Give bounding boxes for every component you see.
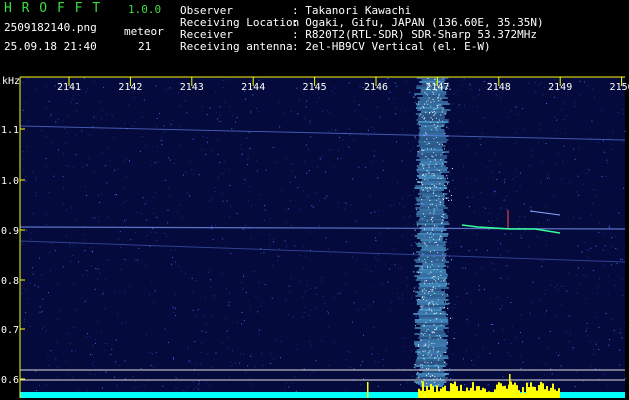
power-peak — [528, 387, 530, 398]
y-tick-label: 0.8 — [1, 276, 19, 287]
x-tick-label: 2149 — [548, 82, 572, 93]
power-peak — [540, 381, 542, 398]
x-tick-label: 2148 — [487, 82, 511, 93]
power-peak — [470, 387, 472, 398]
power-peak — [548, 390, 550, 398]
power-peak — [546, 386, 548, 398]
power-peak — [454, 381, 456, 398]
power-peak — [422, 381, 424, 398]
power-peak — [426, 386, 428, 398]
power-peak — [464, 391, 466, 398]
power-peak — [448, 391, 450, 398]
power-peak — [524, 392, 526, 398]
power-peak — [502, 386, 504, 398]
power-peak — [458, 390, 460, 398]
power-peak — [516, 385, 518, 398]
x-tick-label: 2150 — [610, 82, 629, 93]
power-peak — [538, 385, 540, 398]
power-peak — [512, 384, 514, 398]
power-peak — [466, 387, 468, 398]
y-tick-label: 0.7 — [1, 325, 19, 336]
x-tick-label: 2144 — [241, 82, 265, 93]
power-peak — [534, 386, 536, 398]
power-peak — [478, 386, 480, 398]
y-tick-label: 0.6 — [1, 375, 19, 386]
power-peak — [509, 374, 511, 398]
power-peak — [520, 393, 522, 398]
power-peak — [484, 388, 486, 398]
power-peak — [488, 391, 490, 398]
power-peak — [522, 387, 524, 398]
power-peak — [480, 390, 482, 398]
power-peak — [542, 383, 544, 398]
power-peak — [438, 391, 440, 398]
power-peak — [506, 388, 508, 398]
power-peak — [526, 382, 528, 398]
power-peak — [496, 384, 498, 398]
power-peak — [432, 386, 434, 398]
x-tick-label: 2142 — [118, 82, 142, 93]
power-peak — [460, 384, 462, 398]
x-tick-label: 2145 — [303, 82, 327, 93]
power-peak — [514, 382, 516, 398]
power-peak — [558, 388, 560, 398]
y-unit-label: kHz — [2, 76, 20, 87]
power-peak — [468, 390, 470, 398]
power-peak — [420, 390, 422, 398]
x-tick-label: 2146 — [364, 82, 388, 93]
power-peak — [536, 390, 538, 398]
power-peak — [490, 392, 492, 398]
x-tick-label: 2141 — [57, 82, 81, 93]
power-peak — [444, 385, 446, 398]
power-peak — [494, 389, 496, 398]
power-peak — [428, 389, 430, 398]
y-tick-label: 1.1 — [1, 125, 19, 136]
plot-background — [20, 77, 625, 398]
power-peak — [446, 391, 448, 398]
power-peak — [436, 385, 438, 398]
power-peak — [430, 383, 432, 398]
power-peak — [367, 382, 369, 398]
power-peak — [486, 392, 488, 398]
power-peak — [476, 386, 478, 398]
power-peak — [550, 387, 552, 398]
power-peak — [452, 383, 454, 398]
hrofft-window: H R O F F T 1.0.0 2509182140.png 25.09.1… — [0, 0, 629, 400]
y-tick-label: 0.9 — [1, 226, 19, 237]
power-peak — [472, 382, 474, 398]
power-peak — [532, 386, 534, 398]
power-peak — [500, 383, 502, 398]
power-peak — [482, 387, 484, 398]
power-peak — [442, 387, 444, 398]
power-peak — [518, 390, 520, 398]
power-peak — [530, 382, 532, 398]
power-peak — [552, 383, 554, 398]
y-tick-label: 1.0 — [1, 176, 19, 187]
power-peak — [450, 383, 452, 398]
x-tick-label: 2147 — [425, 82, 449, 93]
x-tick-label: 2143 — [180, 82, 204, 93]
power-peak — [418, 388, 420, 398]
power-peak — [434, 392, 436, 398]
power-peak — [556, 391, 558, 398]
power-peak — [504, 385, 506, 398]
power-peak — [456, 386, 458, 398]
power-peak — [544, 389, 546, 398]
power-peak — [492, 392, 494, 398]
spectrogram: kHz 2141 2142 2143 2144 2145 2146 2147 2148 2149 2… — [1, 76, 629, 399]
power-peak — [424, 391, 426, 398]
power-peak — [498, 382, 500, 398]
power-peak — [462, 391, 464, 398]
power-peak — [554, 389, 556, 398]
power-peak — [440, 388, 442, 398]
power-peak — [474, 390, 476, 398]
